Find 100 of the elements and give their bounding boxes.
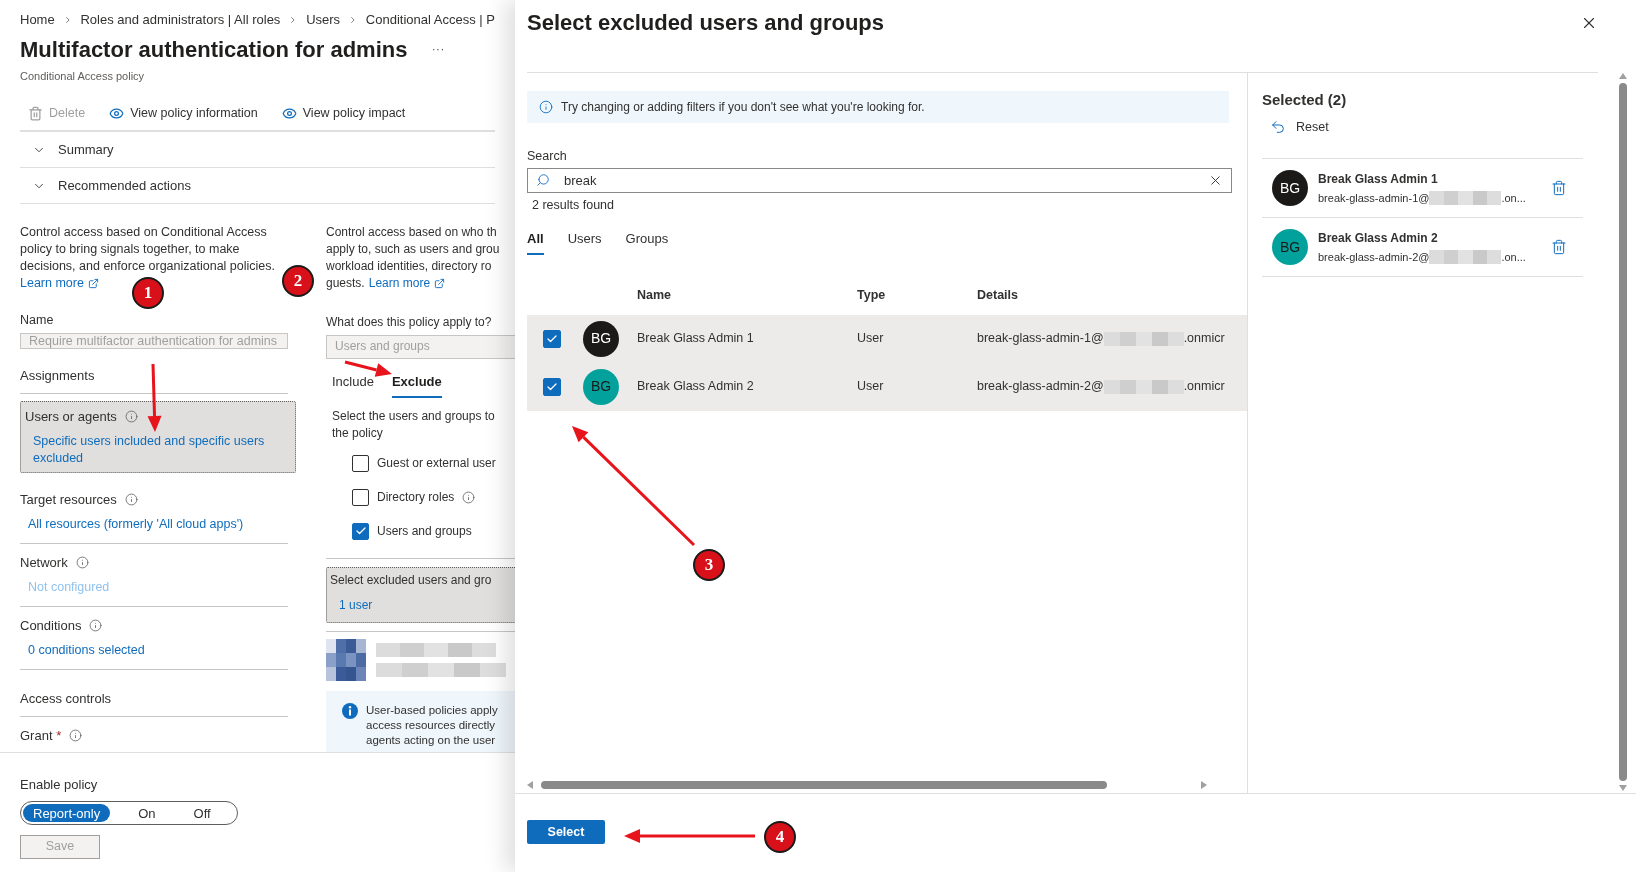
breadcrumb-link[interactable]: Users	[306, 10, 341, 30]
external-link-icon	[434, 278, 446, 289]
scrollbar-thumb[interactable]	[541, 781, 1107, 789]
selected-section-card[interactable]: Users or agents Specific users included and specific users excluded	[20, 401, 296, 473]
annotation-badge: 2	[282, 265, 314, 297]
scrollbar-thumb[interactable]	[1619, 83, 1627, 781]
avatar: BG	[583, 368, 619, 405]
table-cell-text: Break Glass Admin 1	[637, 330, 755, 348]
section-title: Target resources	[20, 491, 117, 508]
toolbar-button[interactable]: View policy information	[101, 103, 258, 123]
instruction-line: Select the users and groups to	[332, 408, 496, 426]
section-title: Network	[20, 554, 68, 571]
checkbox[interactable]	[352, 522, 369, 540]
section-value-link[interactable]: All resources (formerly 'All cloud apps')	[20, 516, 288, 533]
scroll-left-icon[interactable]	[527, 781, 533, 789]
picker-card[interactable]: Select excluded users and gro 1 user	[326, 567, 515, 623]
tab[interactable]: All	[527, 224, 544, 255]
collapsible-header[interactable]: Recommended actions	[20, 168, 495, 204]
info-icon	[539, 100, 553, 114]
eye-icon	[109, 105, 125, 121]
picker-value-link[interactable]: 1 user	[330, 597, 515, 615]
column-header[interactable]: Details	[977, 286, 1247, 305]
tab[interactable]: Include	[332, 366, 374, 399]
avatar: BG	[1272, 170, 1308, 207]
breadcrumb-link[interactable]: Conditional Access | P	[365, 10, 495, 30]
annotation-arrow	[344, 360, 392, 377]
breadcrumb-link[interactable]: Roles and administrators | All roles	[80, 10, 281, 30]
scroll-right-icon[interactable]	[1201, 781, 1207, 789]
checkbox[interactable]	[543, 377, 561, 396]
panel-title: Select excluded users and groups	[527, 9, 884, 37]
result-count: 2 results found	[531, 196, 615, 214]
notice-line: User-based policies apply	[366, 703, 498, 718]
more-button[interactable]: ···	[431, 39, 445, 59]
external-link-icon	[87, 278, 99, 289]
section-title: Users or agents	[25, 408, 117, 425]
table-cell-text: break-glass-admin-2@	[977, 378, 1104, 396]
tab[interactable]: Users	[567, 224, 602, 255]
description-line: guests. Learn more	[326, 275, 515, 292]
chevron-right-icon	[348, 15, 358, 25]
avatar: BG	[583, 320, 619, 357]
avatar: BG	[1272, 229, 1308, 266]
name-label: Name	[20, 312, 55, 329]
toggle-option[interactable]: On	[128, 803, 166, 822]
notice-line: agents acting on the user	[366, 733, 497, 748]
selected-title: Selected (2)	[1262, 90, 1348, 110]
undo-icon	[1270, 118, 1286, 135]
section-title: Conditions	[20, 617, 82, 634]
picker-label: Select excluded users and gro	[330, 572, 493, 590]
enable-policy-label: Enable policy	[20, 776, 99, 794]
eye-icon	[281, 105, 297, 121]
apply-label: What does this policy apply to?	[326, 314, 493, 331]
column-header[interactable]: Type	[857, 286, 977, 305]
section-value-link[interactable]: Specific users included and specific users excluded	[25, 433, 291, 467]
toggle-option[interactable]: Report-only	[23, 803, 111, 822]
collapsible-header[interactable]: Summary	[20, 132, 495, 168]
description-line: Control access based on who th	[326, 224, 498, 241]
select-button[interactable]: Select	[527, 820, 605, 845]
checkbox[interactable]	[352, 488, 369, 506]
trash-icon[interactable]	[1551, 239, 1567, 256]
trash-icon[interactable]	[1551, 180, 1567, 197]
table-cell-text: .onmicr	[1183, 330, 1225, 348]
breadcrumb-link[interactable]: Home	[20, 10, 55, 30]
table-row[interactable]: BG Break Glass Admin 1 User break-glass-admin-1@ .onmicr	[527, 314, 1247, 363]
option-label: Directory roles	[377, 488, 455, 506]
page-subtitle: Conditional Access policy	[20, 69, 146, 84]
info-icon	[69, 729, 83, 742]
search-icon	[536, 173, 550, 188]
section-value-link[interactable]: 0 conditions selected	[20, 642, 288, 659]
table-row[interactable]: BG Break Glass Admin 2 User break-glass-admin-2@ .onmicr	[527, 362, 1247, 411]
info-icon	[124, 410, 138, 423]
checkbox[interactable]	[352, 454, 369, 472]
reset-button[interactable]: Reset	[1270, 117, 1329, 137]
tab[interactable]: Exclude	[391, 366, 442, 399]
learn-more-link[interactable]: Learn more	[368, 275, 446, 292]
instruction-line: the policy	[332, 425, 384, 443]
selected-name: Break Glass Admin 2	[1318, 230, 1439, 247]
option-label: Guest or external user	[377, 454, 496, 472]
info-icon	[75, 556, 89, 569]
learn-more-link[interactable]: Learn more	[20, 275, 99, 292]
toggle-option[interactable]: Off	[183, 803, 221, 822]
table-cell-text: Break Glass Admin 2	[637, 378, 755, 396]
info-icon	[89, 619, 103, 632]
table-cell-text: break-glass-admin-1@	[977, 330, 1104, 348]
tab[interactable]: Groups	[625, 224, 669, 255]
annotation-arrow	[147, 363, 162, 432]
trash-icon	[28, 105, 43, 121]
column-header[interactable]: Name	[637, 286, 857, 305]
info-icon	[462, 490, 476, 504]
table-cell-text: .onmicr	[1183, 378, 1225, 396]
section-heading: Access controls	[20, 691, 112, 706]
search-label: Search	[527, 148, 568, 165]
description-line: workload identities, directory ro	[326, 258, 493, 275]
checkbox[interactable]	[543, 329, 561, 348]
toolbar-button[interactable]: View policy impact	[273, 103, 406, 123]
section-heading: Assignments	[20, 368, 95, 383]
search-field[interactable]: break	[527, 167, 1232, 193]
scroll-down-icon[interactable]	[1619, 785, 1627, 791]
selected-email: break-glass-admin-2@	[1318, 250, 1430, 265]
selected-name: Break Glass Admin 1	[1318, 171, 1439, 188]
selected-email: break-glass-admin-1@	[1318, 191, 1430, 206]
